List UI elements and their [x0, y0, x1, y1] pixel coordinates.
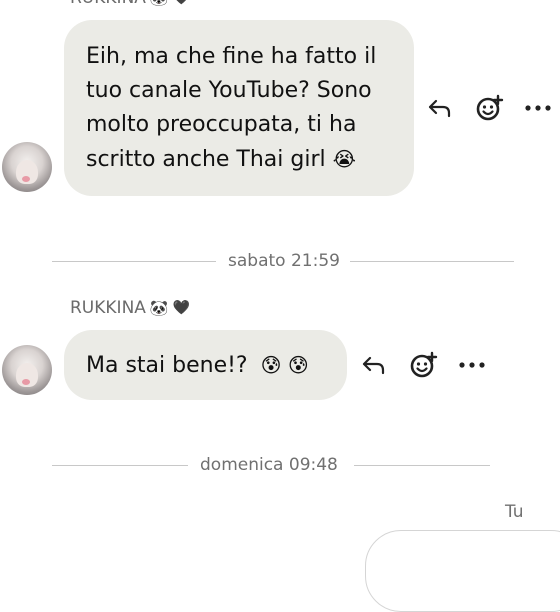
- message-bubble-2[interactable]: Ma stai bene!? 😰 😰: [64, 330, 347, 400]
- own-message-bubble[interactable]: [365, 530, 560, 612]
- sender-name-text: RUKKINA: [70, 298, 146, 318]
- panda-emoji: 🐼: [150, 0, 169, 7]
- crying-emoji: 😭: [332, 147, 356, 171]
- more-options-icon[interactable]: [458, 351, 486, 379]
- anxious-emoji: 😰 😰: [260, 353, 309, 377]
- sender-name-top: RUKKINA 🐼 🖤: [70, 0, 190, 8]
- timestamp-divider-1: sabato 21:59: [228, 251, 340, 271]
- divider-line: [354, 465, 490, 466]
- reply-icon[interactable]: [426, 94, 454, 122]
- heart-emoji: 🖤: [173, 0, 190, 6]
- avatar[interactable]: [2, 345, 52, 395]
- more-options-icon[interactable]: [524, 94, 552, 122]
- add-reaction-icon[interactable]: [410, 351, 438, 379]
- divider-line: [350, 261, 514, 262]
- message-actions-1: [426, 94, 552, 122]
- message-actions-2: [360, 351, 486, 379]
- heart-emoji: 🖤: [172, 300, 191, 316]
- message-bubble-1[interactable]: Eih, ma che fine ha fatto il tuo canale …: [64, 20, 414, 196]
- reply-icon[interactable]: [360, 351, 388, 379]
- avatar[interactable]: [2, 142, 52, 192]
- sender-name-text: RUKKINA: [70, 0, 146, 8]
- own-sender-label: Tu: [505, 502, 524, 522]
- sender-name: RUKKINA 🐼 🖤: [70, 298, 190, 318]
- divider-line: [52, 261, 216, 262]
- message-text: Ma stai bene!?: [86, 353, 248, 378]
- timestamp-divider-2: domenica 09:48: [200, 455, 338, 475]
- add-reaction-icon[interactable]: [476, 94, 504, 122]
- panda-emoji: 🐼: [149, 299, 169, 317]
- divider-line: [52, 465, 188, 466]
